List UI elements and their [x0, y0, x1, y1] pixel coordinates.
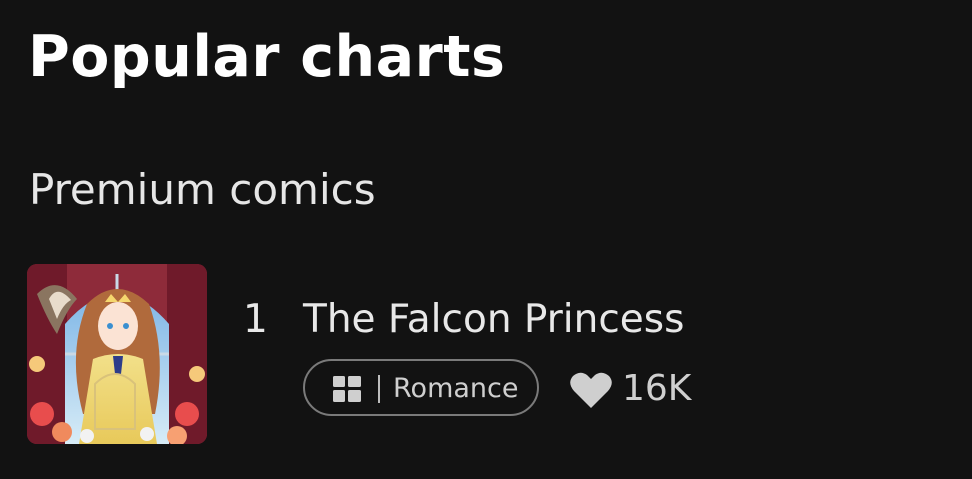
comic-title[interactable]: The Falcon Princess [303, 294, 684, 346]
section-title: Premium comics [29, 165, 376, 214]
genre-label: Romance [393, 373, 519, 404]
heart-icon [569, 371, 613, 409]
likes-count: 16K [622, 368, 692, 409]
page-title: Popular charts [28, 24, 506, 90]
genre-badge[interactable]: Romance [303, 359, 539, 416]
comic-list-item[interactable]: 1 The Falcon Princess Romance 16K [27, 264, 947, 444]
layout-grid-icon [332, 375, 362, 403]
comic-thumbnail[interactable] [27, 264, 207, 444]
genre-divider [378, 375, 380, 403]
chart-rank: 1 [243, 297, 268, 342]
